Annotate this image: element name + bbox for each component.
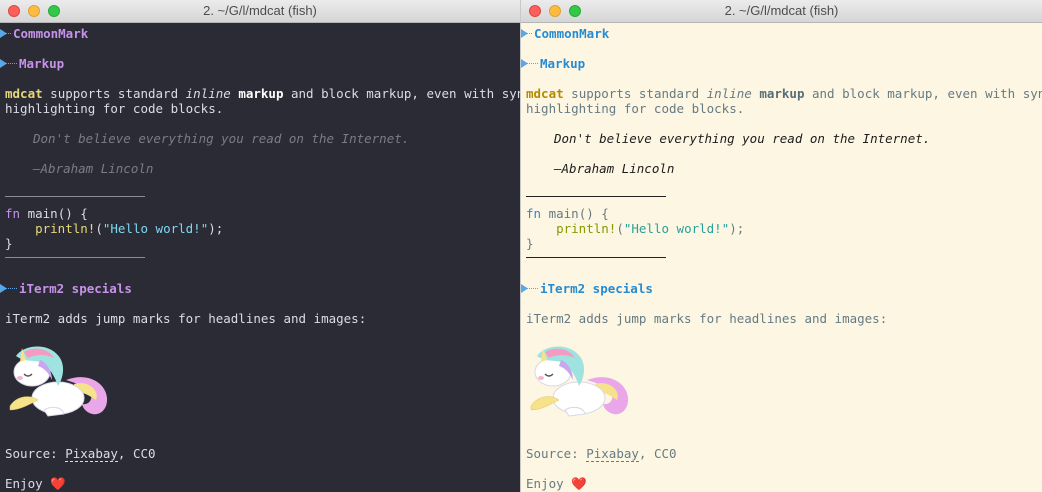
heart-icon: ❤️ (50, 476, 66, 491)
jump-mark-arrow-icon[interactable] (0, 56, 18, 71)
code-rule-top (5, 196, 145, 197)
terminal-window-dark: 2. ~/G/l/mdcat (fish) CommonMark Markup … (0, 0, 520, 492)
jump-mark-arrow-icon[interactable] (521, 56, 539, 71)
code-line-1: fn main() { (5, 206, 88, 221)
code-line-2: println!("Hello world!"); (556, 221, 745, 236)
heading-iterm2-specials: iTerm2 specials (19, 281, 132, 296)
iterm-paragraph: iTerm2 adds jump marks for headlines and… (526, 311, 888, 326)
source-line: Source: Pixabay, CC0 (526, 446, 677, 462)
blockquote-text: Don't believe everything you read on the… (554, 131, 931, 146)
code-rule-top (526, 196, 666, 197)
unicorn-image (9, 346, 108, 417)
heading-commonmark: CommonMark (13, 26, 89, 41)
code-rule-bottom (526, 257, 666, 258)
blockquote-text: Don't believe everything you read on the… (33, 131, 410, 146)
jump-mark-arrow-icon[interactable] (521, 26, 533, 41)
paragraph-line-2: highlighting for code blocks. (5, 101, 224, 116)
paragraph-line-1: mdcat supports standard inline markup an… (5, 86, 520, 101)
title-bar: 2. ~/G/l/mdcat (fish) (521, 0, 1042, 23)
heart-icon: ❤️ (571, 476, 587, 491)
jump-mark-arrow-icon[interactable] (0, 281, 18, 296)
unicorn-image (530, 346, 629, 417)
terminal-window-light: 2. ~/G/l/mdcat (fish) CommonMark Markup … (521, 0, 1042, 492)
code-line-2: println!("Hello world!"); (35, 221, 224, 236)
heading-markup: Markup (19, 56, 65, 71)
jump-mark-arrow-icon[interactable] (0, 26, 12, 41)
code-line-3: } (526, 236, 534, 251)
iterm-paragraph: iTerm2 adds jump marks for headlines and… (5, 311, 367, 326)
pixabay-link[interactable]: Pixabay (586, 446, 639, 462)
pixabay-link[interactable]: Pixabay (65, 446, 118, 462)
blockquote-author: —Abraham Lincoln (554, 161, 675, 176)
paragraph-line-1: mdcat supports standard inline markup an… (526, 86, 1042, 101)
jump-mark-arrow-icon[interactable] (521, 281, 539, 296)
heading-markup: Markup (540, 56, 586, 71)
code-rule-bottom (5, 257, 145, 258)
heading-iterm2-specials: iTerm2 specials (540, 281, 653, 296)
source-line: Source: Pixabay, CC0 (5, 446, 156, 462)
window-title: 2. ~/G/l/mdcat (fish) (724, 3, 839, 18)
title-bar: 2. ~/G/l/mdcat (fish) (0, 0, 520, 23)
code-line-3: } (5, 236, 13, 251)
code-line-1: fn main() { (526, 206, 609, 221)
heading-commonmark: CommonMark (534, 26, 610, 41)
enjoy-line: Enjoy ❤️ (5, 476, 66, 491)
blockquote-author: —Abraham Lincoln (33, 161, 154, 176)
enjoy-line: Enjoy ❤️ (526, 476, 587, 491)
window-title: 2. ~/G/l/mdcat (fish) (203, 3, 317, 18)
paragraph-line-2: highlighting for code blocks. (526, 101, 745, 116)
